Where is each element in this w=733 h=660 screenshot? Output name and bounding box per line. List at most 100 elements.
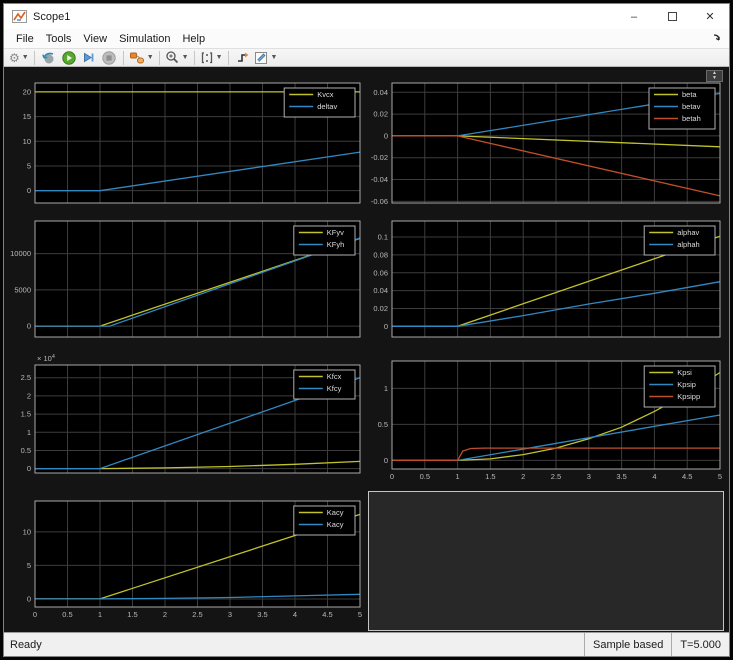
y-tick-label: -0.02 xyxy=(371,153,388,162)
x-tick-label: 5 xyxy=(358,610,362,619)
legend-entry-label: alphah xyxy=(677,240,700,249)
maximize-icon xyxy=(667,12,677,21)
y-tick-label: 0 xyxy=(27,464,31,473)
dropdown-caret-icon: ▼ xyxy=(21,54,29,61)
plot-canvas[interactable]: 0 0.5 1 1.5 2 2.5 × 104 Kfcx Kfcy xyxy=(6,349,366,479)
legend-entry-label: Kfcy xyxy=(327,384,342,393)
dropdown-caret-icon: ▼ xyxy=(181,54,189,61)
goto-model-button[interactable] xyxy=(40,49,58,66)
x-tick-label: 3 xyxy=(228,610,232,619)
toolbar: ⚙ ▼ ▼ ▼ ▼ ▼ xyxy=(4,48,729,67)
highlight-simulink-block-button[interactable]: ▼ xyxy=(129,49,154,66)
menu-help[interactable]: Help xyxy=(176,31,211,47)
sample-mode-indicator: Sample based xyxy=(584,633,671,656)
menu-simulation[interactable]: Simulation xyxy=(113,31,176,47)
toolbar-separator xyxy=(227,50,229,65)
y-tick-label: 2.5 xyxy=(21,373,31,382)
x-tick-label: 3.5 xyxy=(257,610,267,619)
x-tick-label: 4 xyxy=(652,472,656,481)
plot-canvas[interactable]: 0 5 10 15 20 Kvcx deltav xyxy=(6,69,366,211)
legend[interactable]: Kfcx Kfcy xyxy=(293,369,356,400)
zoom-button[interactable]: ▼ xyxy=(165,49,189,66)
stop-button[interactable] xyxy=(100,49,118,66)
axes-scaling-button[interactable]: ▼ xyxy=(200,49,223,66)
menu-view[interactable]: View xyxy=(77,31,113,47)
maximize-button[interactable] xyxy=(653,4,691,29)
step-forward-button[interactable] xyxy=(80,49,98,66)
goto-model-icon xyxy=(42,52,54,63)
plot-beta[interactable]: 0.04 0.02 0 -0.02 -0.04 -0.06 beta betav betah xyxy=(366,69,726,211)
dropdown-caret-icon: ▼ xyxy=(270,54,278,61)
simulation-time-indicator: T=5.000 xyxy=(671,633,729,656)
axis-exponent-label: × 104 xyxy=(37,354,55,363)
x-tick-label: 2 xyxy=(521,472,525,481)
y-tick-label: 0 xyxy=(27,594,31,603)
plot-kfy[interactable]: 0 5000 10000 KFyv KFyh xyxy=(6,215,366,343)
plot-canvas[interactable]: 0 0.5 1 0 0.5 1 1.5 2 2.5 3 3.5 4 4.5 5 Kpsi Kpsip Kpsip… xyxy=(366,347,726,487)
x-tick-label: 2.5 xyxy=(192,610,202,619)
stop-icon xyxy=(102,50,116,65)
legend[interactable]: beta betav betah xyxy=(648,87,716,130)
plot-canvas[interactable]: 0.04 0.02 0 -0.02 -0.04 -0.06 beta betav betah xyxy=(366,69,726,211)
y-tick-label: 10000 xyxy=(10,249,31,258)
x-tick-label: 1 xyxy=(456,472,460,481)
plot-canvas[interactable]: 0 5000 10000 KFyv KFyh xyxy=(6,215,366,343)
scroll-arrows-icon[interactable]: ▲ ▼ xyxy=(706,70,723,82)
x-tick-label: 5 xyxy=(718,472,722,481)
legend[interactable]: Kacy Kacy xyxy=(293,505,356,536)
y-tick-label: 10 xyxy=(23,137,31,146)
y-tick-label: 0.1 xyxy=(378,233,388,242)
y-tick-label: 0.02 xyxy=(373,110,388,119)
close-button[interactable]: ✕ xyxy=(691,4,729,29)
y-tick-label: 1.5 xyxy=(21,410,31,419)
axes-scaling-icon xyxy=(201,51,212,63)
plot-canvas[interactable]: 0 0.02 0.04 0.06 0.08 0.1 alphav alphah xyxy=(366,215,726,343)
y-tick-label: 0.08 xyxy=(373,250,388,259)
y-tick-label: -0.06 xyxy=(371,197,388,206)
x-tick-label: 4.5 xyxy=(682,472,692,481)
toolbar-separator xyxy=(193,50,195,65)
run-button[interactable] xyxy=(60,49,78,66)
legend[interactable]: KFyv KFyh xyxy=(293,225,356,256)
legend-entry-label: KFyh xyxy=(327,240,345,249)
step-forward-icon xyxy=(84,52,94,63)
trigger-button[interactable] xyxy=(234,49,252,66)
legend-entry-label: Kpsi xyxy=(677,368,692,377)
dropdown-caret-icon: ▼ xyxy=(146,54,154,61)
measurements-icon xyxy=(254,51,267,64)
legend[interactable]: alphav alphah xyxy=(643,225,716,256)
status-bar: Ready Sample based T=5.000 xyxy=(4,632,729,656)
measurements-button[interactable]: ▼ xyxy=(254,49,278,66)
y-tick-label: 2 xyxy=(27,391,31,400)
plot-alpha[interactable]: 0 0.02 0.04 0.06 0.08 0.1 alphav alphah xyxy=(366,215,726,343)
dropdown-caret-icon: ▼ xyxy=(215,54,223,61)
trigger-icon xyxy=(237,52,249,62)
legend[interactable]: Kpsi Kpsip Kpsipp xyxy=(643,365,716,408)
y-tick-label: 10 xyxy=(23,527,31,536)
legend-entry-label: deltav xyxy=(317,102,337,111)
configuration-properties-button[interactable]: ⚙ ▼ xyxy=(9,49,29,66)
toolbar-separator xyxy=(33,50,35,65)
plot-canvas[interactable]: 0 5 10 0 0.5 1 1.5 2 2.5 3 3.5 4 4.5 5 Kacy Kacy xyxy=(6,493,366,631)
legend-entry-label: betav xyxy=(682,102,701,111)
y-tick-label: 0 xyxy=(384,322,388,331)
plot-kacy[interactable]: 0 5 10 0 0.5 1 1.5 2 2.5 3 3.5 4 4.5 5 Kacy Kacy xyxy=(6,493,366,631)
x-tick-label: 0.5 xyxy=(62,610,72,619)
empty-plot-panel xyxy=(368,491,724,631)
menu-file[interactable]: File xyxy=(10,31,40,47)
window-title: Scope1 xyxy=(33,10,71,23)
menu-bar: File Tools View Simulation Help xyxy=(4,29,729,48)
legend[interactable]: Kvcx deltav xyxy=(283,87,356,118)
y-tick-label: 5 xyxy=(27,161,31,170)
x-tick-label: 4.5 xyxy=(322,610,332,619)
run-icon xyxy=(62,50,76,65)
menu-tools[interactable]: Tools xyxy=(40,31,78,47)
x-tick-label: 2.5 xyxy=(551,472,561,481)
plot-kpsi[interactable]: 0 0.5 1 0 0.5 1 1.5 2 2.5 3 3.5 4 4.5 5 Kpsi Kpsip Kpsip… xyxy=(366,347,726,487)
minimize-button[interactable]: – xyxy=(615,4,653,29)
plot-kfc[interactable]: 0 0.5 1 1.5 2 2.5 × 104 Kfcx Kfcy xyxy=(6,349,366,479)
y-tick-label: 0.5 xyxy=(378,420,388,429)
y-tick-label: 0.5 xyxy=(21,446,31,455)
plot-kvcx-deltav[interactable]: 0 5 10 15 20 Kvcx deltav xyxy=(6,69,366,211)
dock-icon[interactable] xyxy=(710,31,724,45)
